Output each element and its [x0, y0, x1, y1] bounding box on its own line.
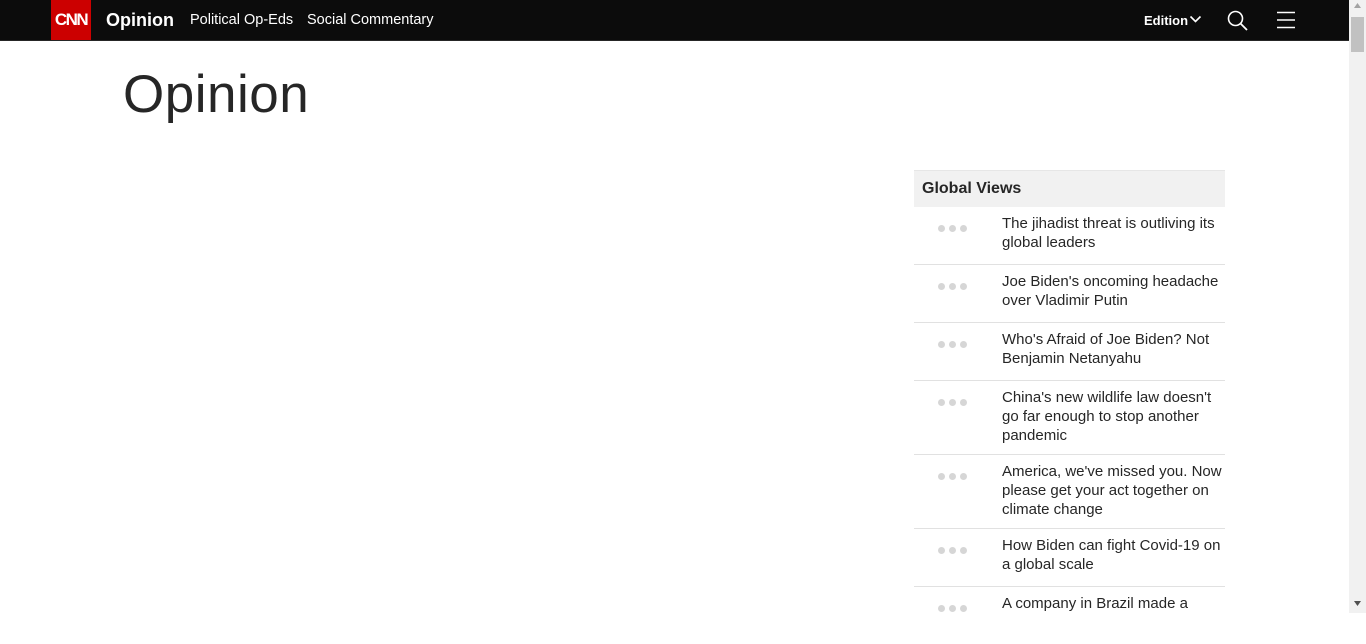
nav-link-social-commentary[interactable]: Social Commentary — [307, 0, 434, 40]
loading-dot — [949, 547, 956, 554]
loading-dot — [949, 225, 956, 232]
top-navigation-bar: CNN Opinion Political Op-Eds Social Comm… — [0, 0, 1349, 41]
loading-dot — [960, 547, 967, 554]
rail-item-headline[interactable]: Joe Biden's oncoming headache over Vladi… — [1002, 272, 1225, 310]
rail-list-item[interactable]: China's new wildlife law doesn't go far … — [914, 380, 1225, 454]
rail-item-headline[interactable]: China's new wildlife law doesn't go far … — [1002, 388, 1225, 445]
rail-list-item[interactable]: The jihadist threat is outliving its glo… — [914, 207, 1225, 264]
loading-dot — [960, 399, 967, 406]
scroll-up-arrow-icon[interactable] — [1354, 3, 1361, 8]
loading-dot — [938, 473, 945, 480]
loading-dot — [949, 605, 956, 612]
loading-dots-icon — [938, 547, 968, 555]
rail-list-item[interactable]: Joe Biden's oncoming headache over Vladi… — [914, 264, 1225, 322]
loading-dots-icon — [938, 399, 968, 407]
hamburger-menu-icon[interactable] — [1276, 10, 1296, 30]
rail-item-headline[interactable]: America, we've missed you. Now please ge… — [1002, 462, 1225, 519]
loading-dot — [960, 341, 967, 348]
loading-dots-icon — [938, 605, 968, 613]
loading-dot — [960, 225, 967, 232]
loading-dot — [949, 283, 956, 290]
search-icon[interactable] — [1227, 10, 1248, 31]
chevron-down-icon[interactable] — [1189, 14, 1202, 24]
rail-list-item[interactable]: A company in Brazil made a — [914, 586, 1225, 644]
rail-list-item[interactable]: America, we've missed you. Now please ge… — [914, 454, 1225, 528]
loading-dot — [960, 283, 967, 290]
loading-dot — [960, 473, 967, 480]
vertical-scrollbar[interactable] — [1349, 0, 1366, 613]
rail-heading: Global Views — [914, 170, 1225, 207]
loading-dot — [960, 605, 967, 612]
loading-dots-icon — [938, 283, 968, 291]
rail-list-item[interactable]: Who's Afraid of Joe Biden? Not Benjamin … — [914, 322, 1225, 380]
global-views-rail: Global Views The jihadist threat is outl… — [914, 170, 1225, 644]
rail-item-headline[interactable]: How Biden can fight Covid-19 on a global… — [1002, 536, 1225, 574]
loading-dot — [949, 341, 956, 348]
loading-dot — [949, 399, 956, 406]
rail-item-headline[interactable]: The jihadist threat is outliving its glo… — [1002, 214, 1225, 252]
loading-dot — [938, 225, 945, 232]
rail-item-headline[interactable]: A company in Brazil made a — [1002, 594, 1225, 613]
loading-dot — [938, 399, 945, 406]
section-title-link[interactable]: Opinion — [106, 0, 174, 40]
loading-dot — [938, 547, 945, 554]
cnn-logo[interactable]: CNN — [51, 0, 91, 40]
loading-dot — [938, 283, 945, 290]
edition-menu-button[interactable]: Edition — [1144, 0, 1188, 40]
rail-item-headline[interactable]: Who's Afraid of Joe Biden? Not Benjamin … — [1002, 330, 1225, 368]
scroll-down-arrow-icon[interactable] — [1354, 601, 1361, 606]
loading-dot — [949, 473, 956, 480]
loading-dot — [938, 341, 945, 348]
rail-list-item[interactable]: How Biden can fight Covid-19 on a global… — [914, 528, 1225, 586]
page-title: Opinion — [123, 65, 310, 124]
loading-dots-icon — [938, 225, 968, 233]
nav-link-political-op-eds[interactable]: Political Op-Eds — [190, 0, 293, 40]
loading-dot — [938, 605, 945, 612]
rail-list: The jihadist threat is outliving its glo… — [914, 207, 1225, 644]
loading-dots-icon — [938, 473, 968, 481]
scrollbar-thumb[interactable] — [1351, 17, 1364, 52]
loading-dots-icon — [938, 341, 968, 349]
